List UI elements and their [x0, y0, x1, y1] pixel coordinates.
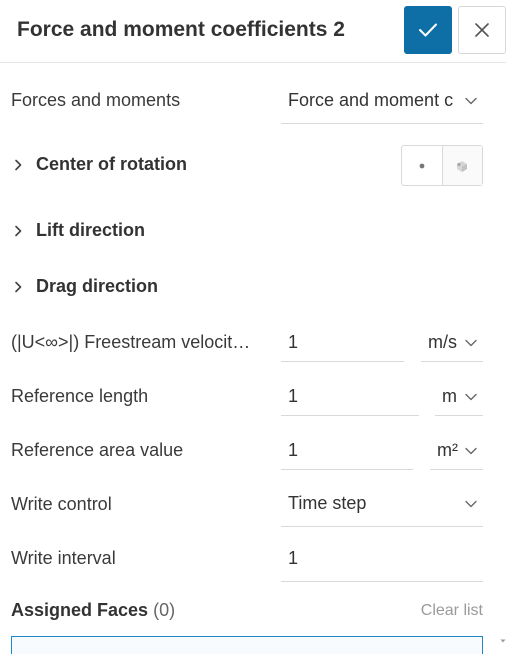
reference-length-unit-select[interactable]: m: [435, 376, 483, 416]
freestream-velocity-value: 1: [288, 332, 299, 352]
reference-area-unit-select[interactable]: m²: [430, 430, 483, 470]
reference-area-input[interactable]: 1: [281, 430, 413, 470]
forces-moments-label: Forces and moments: [11, 90, 181, 110]
cube-icon: [457, 160, 468, 172]
chevron-down-icon: [465, 447, 477, 455]
chevron-right-icon: [15, 159, 22, 171]
force-moment-panel: Force and moment coefficients 2 Forces a…: [0, 0, 506, 654]
write-control-value: Time step: [288, 493, 367, 513]
forces-moments-select[interactable]: Force and moment c: [281, 80, 483, 124]
assigned-faces-count: (0): [153, 600, 176, 620]
reference-length-input[interactable]: 1: [281, 376, 419, 416]
write-control-label: Write control: [11, 494, 112, 514]
chevron-down-icon: [465, 97, 477, 105]
panel-header: Force and moment coefficients 2: [0, 0, 506, 63]
reference-area-label: Reference area value: [11, 440, 184, 460]
clear-list-link[interactable]: Clear list: [421, 602, 483, 620]
chevron-right-icon: [15, 225, 22, 237]
select-geometry-button[interactable]: [441, 146, 482, 185]
write-control-select[interactable]: Time step: [281, 483, 483, 527]
chevron-down-icon: [465, 393, 477, 401]
reference-area-unit: m²: [437, 440, 458, 460]
select-point-button[interactable]: [402, 146, 442, 185]
drag-direction-title: Drag direction: [36, 276, 159, 296]
write-interval-input[interactable]: 1: [281, 538, 483, 582]
confirm-button[interactable]: [404, 6, 452, 54]
freestream-velocity-label: (|U<∞>|) Freestream velocit…: [11, 332, 251, 352]
assigned-faces-title: Assigned Faces (0): [11, 600, 175, 621]
reference-length-label: Reference length: [11, 386, 149, 406]
close-icon: [475, 23, 489, 37]
close-button[interactable]: [458, 6, 506, 54]
forces-moments-value: Force and moment c: [288, 90, 454, 110]
center-of-rotation-title: Center of rotation: [36, 154, 187, 174]
write-interval-value: 1: [288, 548, 299, 568]
center-of-rotation-picker: [401, 145, 483, 186]
reference-length-unit: m: [442, 386, 457, 406]
check-icon: [419, 23, 437, 37]
scroll-down-icon[interactable]: [500, 638, 506, 644]
lift-direction-title: Lift direction: [36, 220, 145, 240]
point-icon: [419, 163, 425, 168]
panel-title: Force and moment coefficients 2: [17, 18, 345, 41]
assigned-faces-list[interactable]: [11, 636, 483, 654]
chevron-down-icon: [465, 500, 477, 508]
reference-area-value: 1: [288, 440, 299, 460]
chevron-down-icon: [465, 339, 477, 347]
write-interval-label: Write interval: [11, 548, 116, 568]
reference-length-value: 1: [288, 386, 299, 406]
assigned-faces-label: Assigned Faces: [11, 600, 149, 620]
freestream-velocity-input[interactable]: 1: [281, 322, 404, 362]
freestream-velocity-unit-select[interactable]: m/s: [421, 322, 483, 362]
chevron-right-icon: [15, 281, 22, 293]
freestream-velocity-unit: m/s: [428, 332, 457, 352]
